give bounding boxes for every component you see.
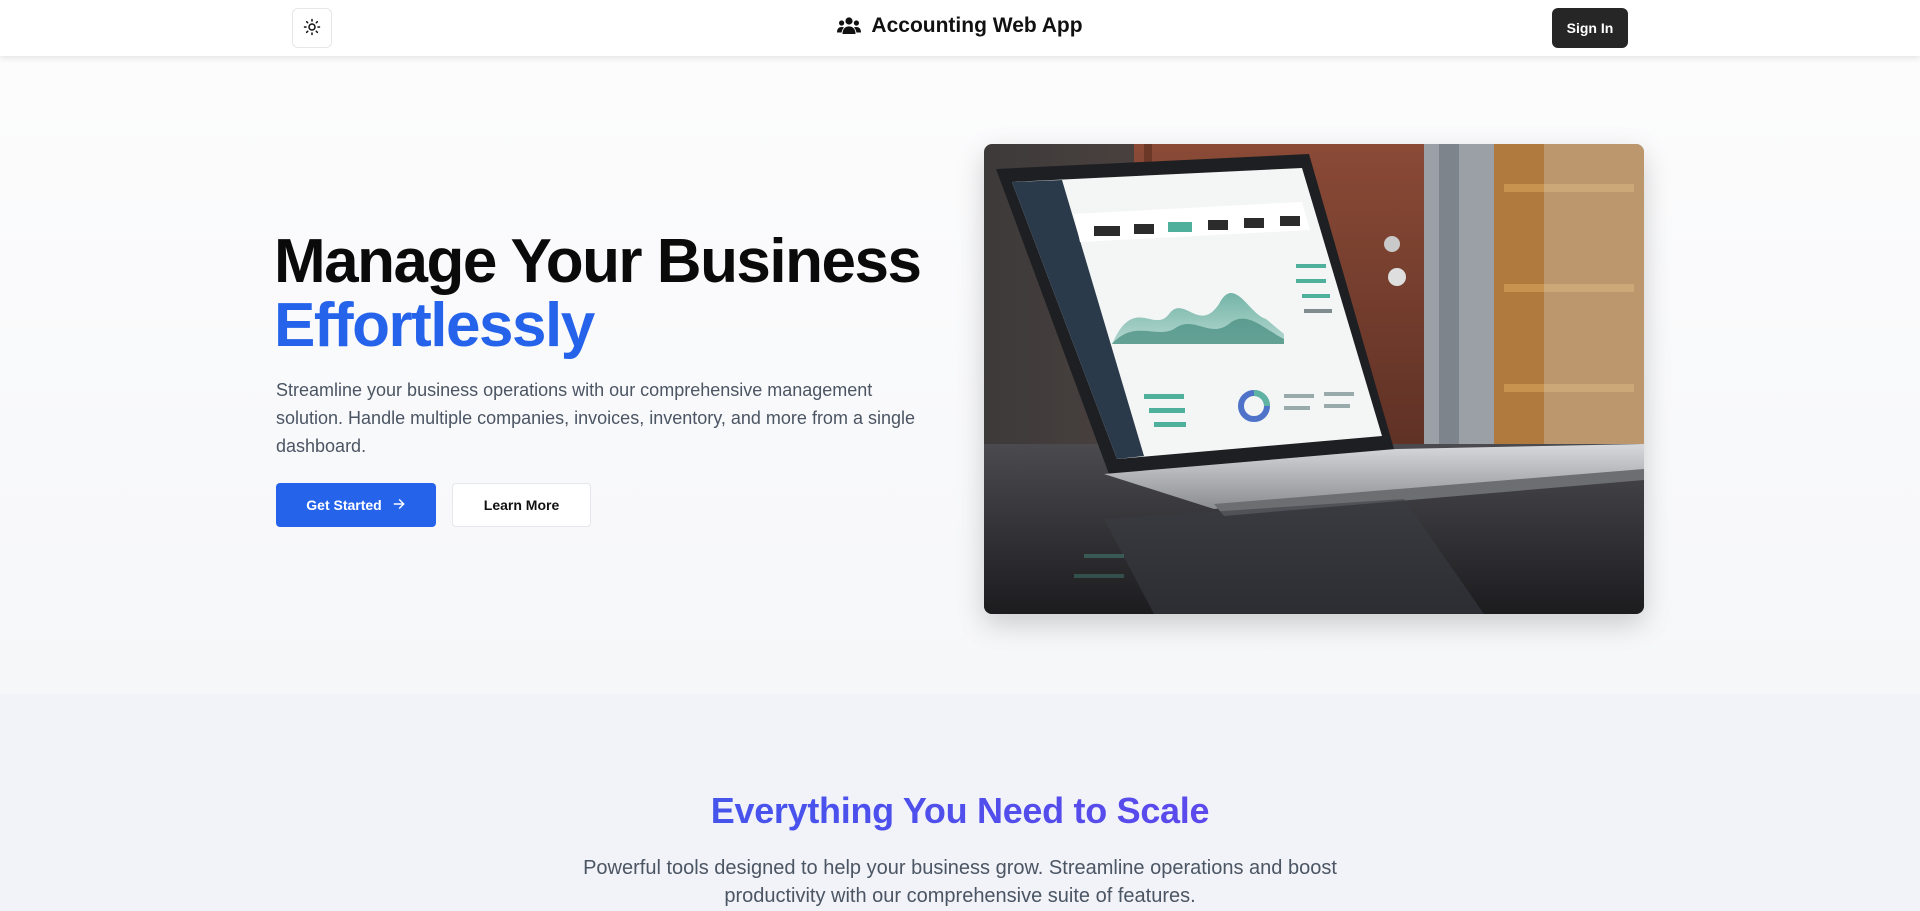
features-section: Everything You Need to Scale Powerful to…: [0, 694, 1920, 911]
hero-title: Manage Your Business Effortlessly: [274, 230, 954, 358]
top-navbar: Accounting Web App Sign In: [0, 0, 1920, 56]
hero-title-accent: Effortlessly: [274, 291, 595, 360]
arrow-right-icon: [392, 497, 406, 514]
brand-name: Accounting Web App: [871, 14, 1083, 37]
hero-section: Manage Your Business Effortlessly Stream…: [0, 56, 1920, 694]
brand[interactable]: Accounting Web App: [0, 14, 1920, 38]
hero-description: Streamline your business operations with…: [276, 380, 915, 456]
sign-in-button[interactable]: Sign In: [1552, 8, 1628, 48]
features-description: Powerful tools designed to help your bus…: [583, 857, 1337, 907]
get-started-label: Get Started: [306, 497, 382, 513]
hero-laptop-image: [984, 144, 1644, 614]
hero-title-line1: Manage Your Business: [274, 227, 922, 296]
features-title: Everything You Need to Scale: [0, 790, 1920, 832]
get-started-button[interactable]: Get Started: [276, 483, 436, 527]
users-icon: [837, 16, 862, 36]
learn-more-button[interactable]: Learn More: [452, 483, 591, 527]
